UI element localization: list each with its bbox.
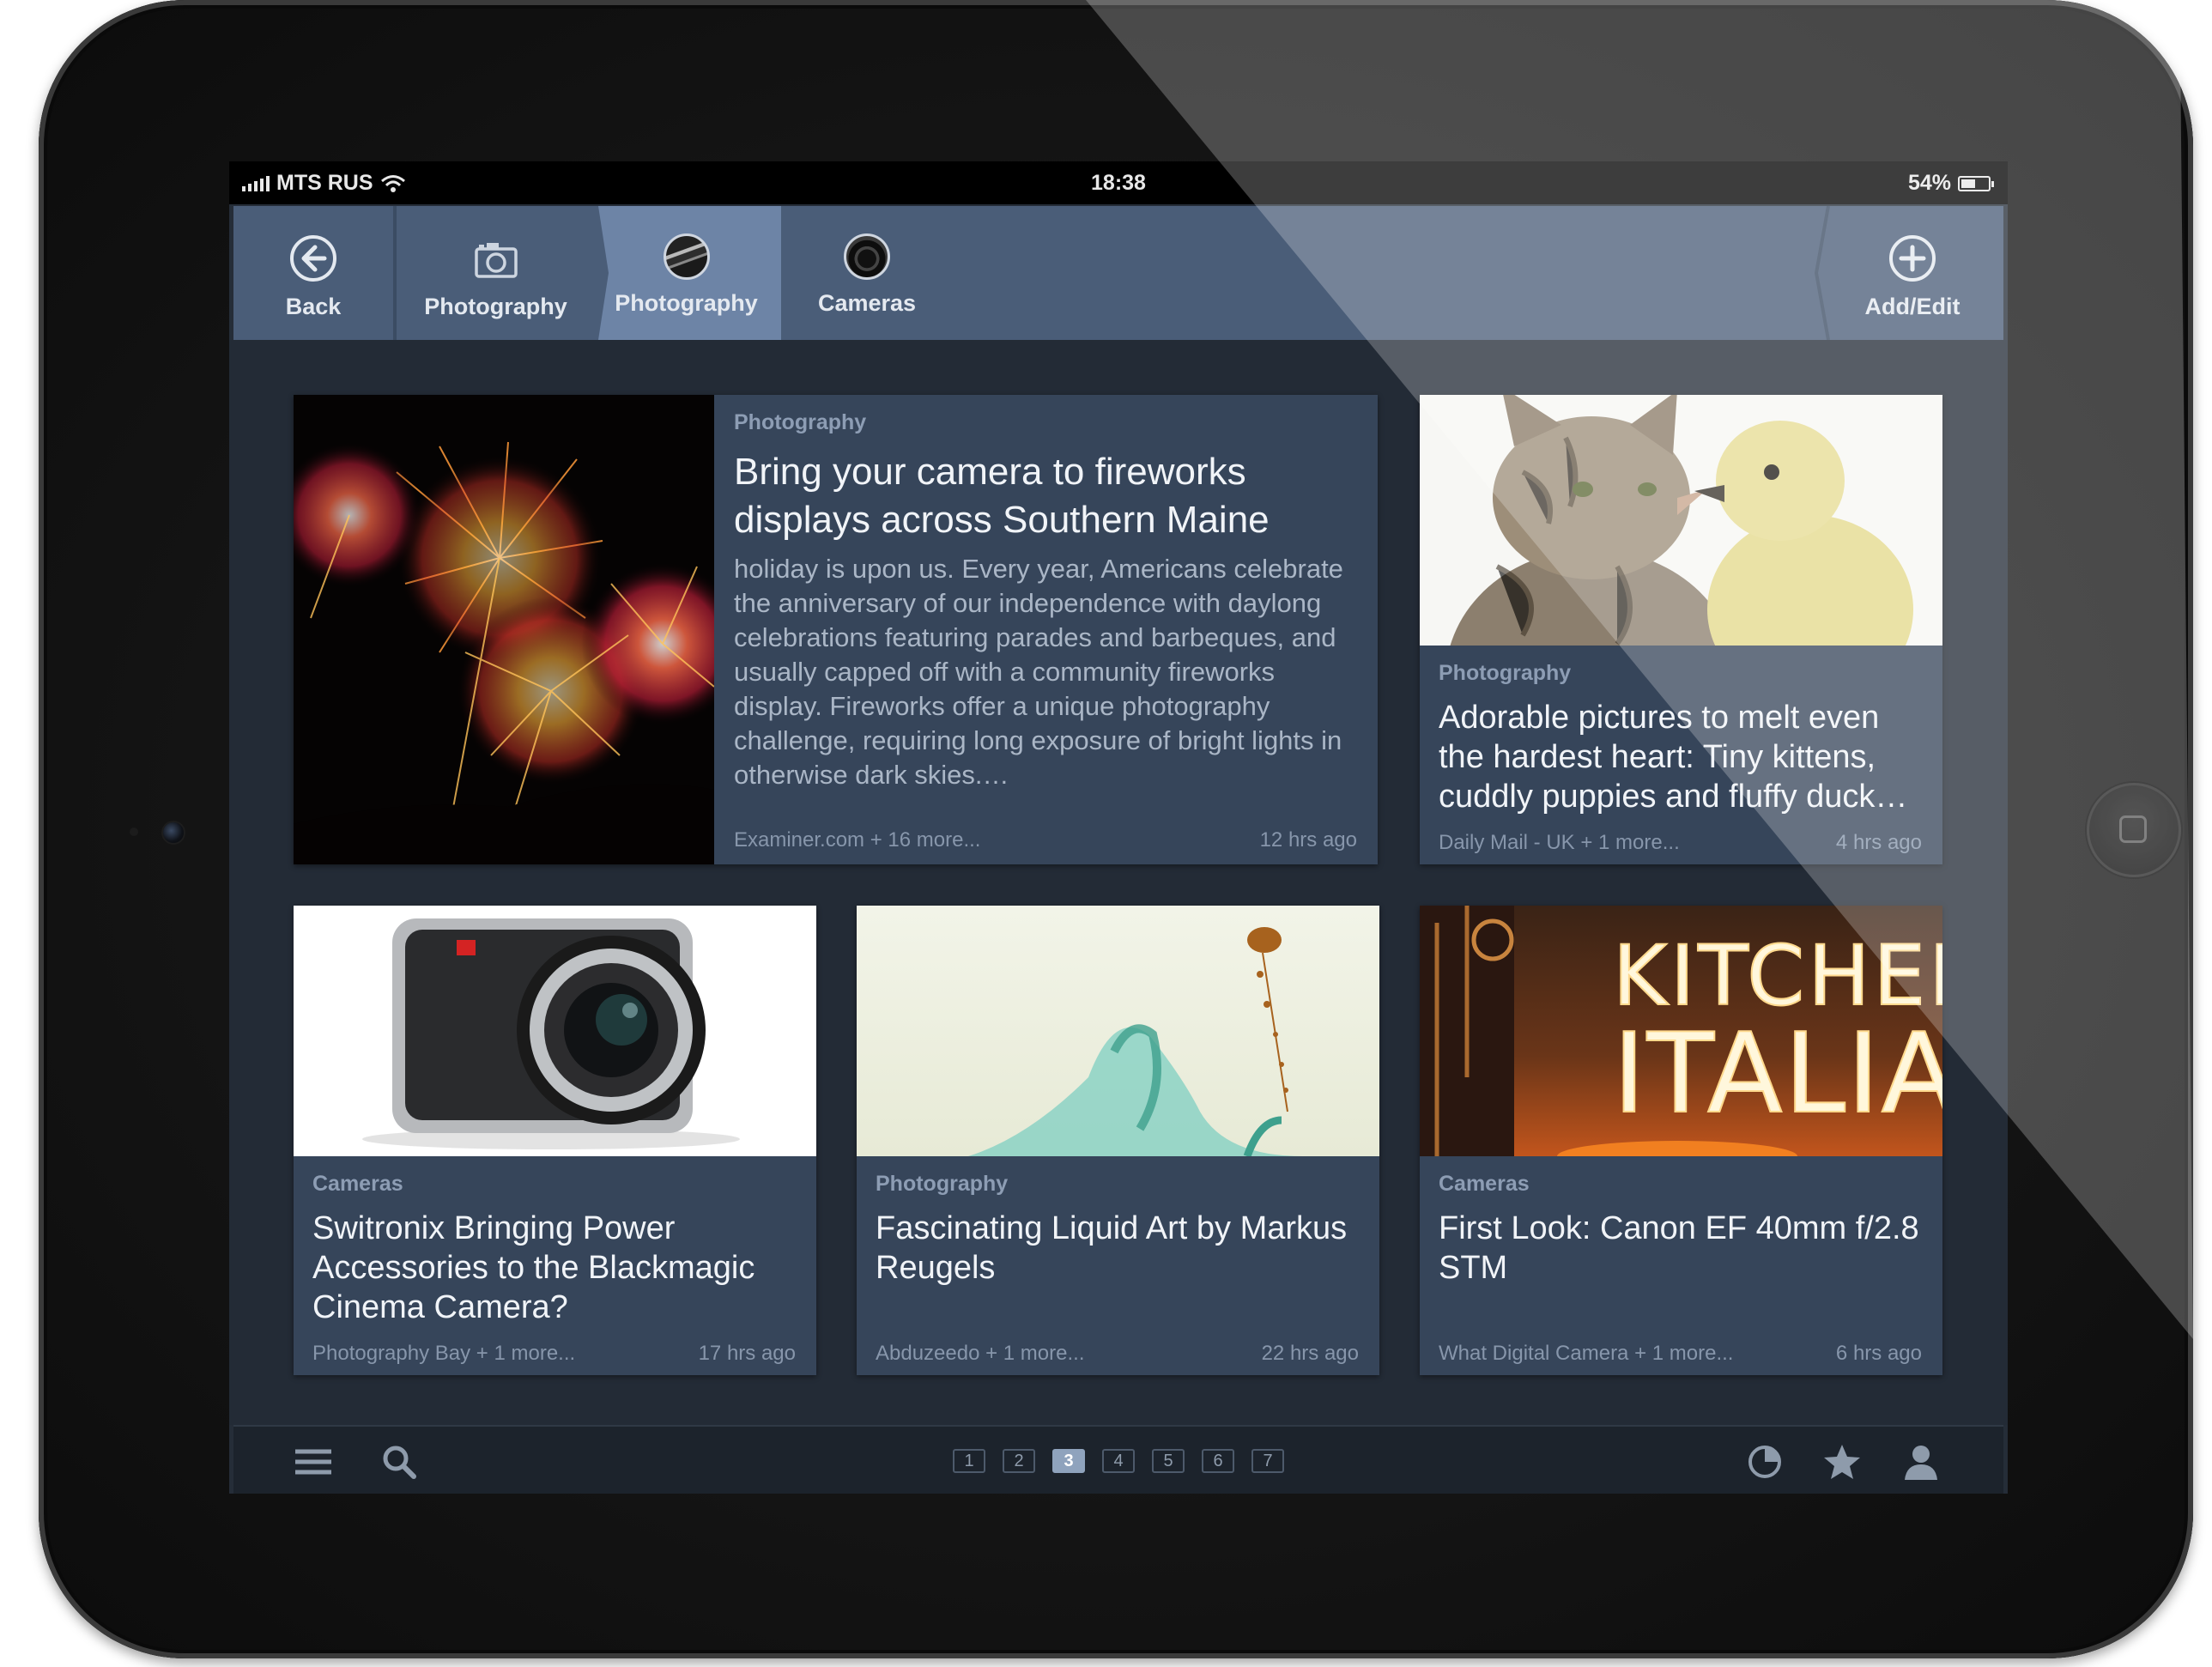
- add-edit-button[interactable]: Add/Edit: [1821, 206, 2003, 340]
- article-title: Switronix Bringing Power Accessories to …: [312, 1210, 755, 1325]
- status-bar: MTS RUS 18:38 54%: [229, 161, 2008, 204]
- article-card-featured[interactable]: Photography Bring your camera to firewor…: [294, 395, 1378, 864]
- page-button[interactable]: 3: [1052, 1449, 1085, 1473]
- tab-label: Photography: [615, 290, 758, 316]
- home-square-icon: [2119, 815, 2147, 843]
- page-button[interactable]: 6: [1202, 1449, 1234, 1473]
- battery-percent: 54%: [1907, 171, 1951, 195]
- article-card[interactable]: KITCHEN ITALIA Cameras First Look: Canon…: [1420, 906, 1942, 1375]
- tab-cameras[interactable]: Cameras: [781, 206, 953, 340]
- article-time: 6 hrs ago: [1835, 1342, 1922, 1365]
- add-icon: [1889, 235, 1936, 282]
- article-card[interactable]: Photography Fascinating Liquid Art by Ma…: [857, 906, 1379, 1375]
- kitchen-italia-image: KITCHEN ITALIA: [1420, 906, 1942, 1156]
- article-source: Daily Mail - UK + 1 more...: [1439, 831, 1680, 854]
- article-category: Cameras: [1439, 1172, 1530, 1196]
- article-grid: Photography Bring your camera to firewor…: [229, 340, 2008, 1425]
- article-source: Photography Bay + 1 more...: [312, 1342, 576, 1365]
- article-title: Fascinating Liquid Art by Markus Reugels: [876, 1210, 1348, 1286]
- kitten-duckling-image: [1420, 395, 1942, 646]
- ambient-sensor: [130, 827, 138, 836]
- pagination: 1234567: [233, 1449, 2003, 1473]
- back-button[interactable]: Back: [233, 206, 397, 340]
- front-camera: [163, 822, 184, 843]
- battery-icon: [1958, 175, 1994, 191]
- photography-thumb-icon: [663, 233, 710, 280]
- article-category: Cameras: [312, 1172, 403, 1196]
- neon-sign-line2: ITALIA: [1613, 1010, 1942, 1138]
- article-category: Photography: [1439, 661, 1572, 685]
- article-title: Adorable pictures to melt even the harde…: [1439, 700, 1908, 815]
- article-time: 17 hrs ago: [698, 1342, 796, 1365]
- article-title: Bring your camera to fireworks displays …: [734, 451, 1270, 541]
- tab-label: Cameras: [817, 290, 917, 316]
- article-time: 22 hrs ago: [1261, 1342, 1359, 1365]
- screen: MTS RUS 18:38 54% Back Photography Photo…: [229, 161, 2008, 1494]
- tab-photography-feed[interactable]: Photography: [591, 206, 781, 340]
- liquid-art-image: [857, 906, 1379, 1156]
- tab-photography-category[interactable]: Photography: [400, 206, 591, 340]
- page-button[interactable]: 1: [953, 1449, 985, 1473]
- article-card[interactable]: Photography Adorable pictures to melt ev…: [1420, 395, 1942, 864]
- article-source: What Digital Camera + 1 more...: [1439, 1342, 1734, 1365]
- fireworks-image: [294, 395, 714, 864]
- article-source: Abduzeedo + 1 more...: [876, 1342, 1085, 1365]
- add-edit-label: Add/Edit: [1864, 294, 1960, 319]
- bottom-toolbar: 1234567: [233, 1425, 2003, 1494]
- tab-label: Photography: [424, 294, 567, 319]
- article-title: First Look: Canon EF 40mm f/2.8 STM: [1439, 1210, 1919, 1286]
- home-button[interactable]: [2087, 783, 2181, 877]
- breadcrumb-separator: [591, 206, 609, 340]
- back-arrow-icon: [290, 235, 336, 282]
- clock: 18:38: [1091, 171, 1146, 195]
- article-source: Examiner.com + 16 more...: [734, 828, 981, 852]
- profile-icon[interactable]: [1901, 1442, 1941, 1482]
- page-button[interactable]: 7: [1251, 1449, 1284, 1473]
- page-button[interactable]: 2: [1003, 1449, 1035, 1473]
- article-time: 4 hrs ago: [1835, 831, 1922, 854]
- top-navigation: Back Photography Photography Cameras Add…: [233, 206, 2003, 340]
- article-excerpt: holiday is upon us. Every year, American…: [734, 554, 1343, 790]
- cameras-thumb-icon: [844, 233, 890, 280]
- article-category: Photography: [734, 410, 867, 434]
- page-button[interactable]: 5: [1152, 1449, 1185, 1473]
- article-card[interactable]: Cameras Switronix Bringing Power Accesso…: [294, 906, 816, 1375]
- back-label: Back: [285, 294, 342, 319]
- blackmagic-camera-image: [294, 906, 816, 1156]
- camera-icon: [474, 243, 518, 278]
- page-button[interactable]: 4: [1102, 1449, 1135, 1473]
- article-time: 12 hrs ago: [1259, 828, 1357, 852]
- pie-chart-icon[interactable]: [1745, 1442, 1785, 1482]
- star-icon[interactable]: [1822, 1442, 1862, 1482]
- article-category: Photography: [876, 1172, 1009, 1196]
